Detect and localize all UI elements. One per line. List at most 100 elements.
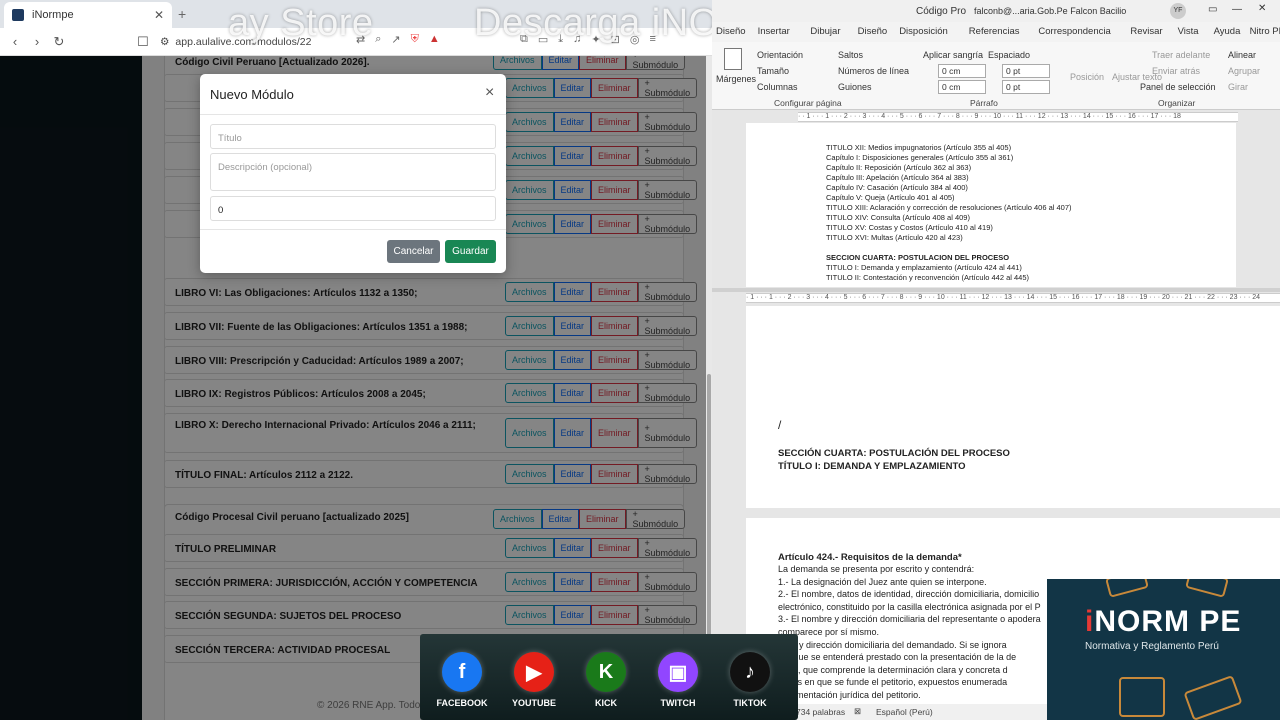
- avatar[interactable]: YF: [1170, 3, 1186, 19]
- ribbon-tab[interactable]: Dibujar: [810, 26, 840, 37]
- ribbon-tab[interactable]: Referencias: [969, 26, 1020, 37]
- document-page[interactable]: / SECCIÓN CUARTA: POSTULACIÓN DEL PROCES…: [746, 306, 1280, 508]
- shield-icon[interactable]: ⛨: [411, 33, 419, 46]
- horizontal-ruler[interactable]: · 1 · · · 1 · · · 2 · · · 3 · · · 4 · · …: [746, 293, 1280, 303]
- doc-line: mento que se entenderá prestado con la p…: [766, 652, 1017, 663]
- enviar-atras-button[interactable]: Enviar atrás: [1152, 66, 1200, 76]
- ribbon-tab[interactable]: Nitro PDF: [1250, 26, 1280, 37]
- divider: [200, 114, 506, 115]
- order-input[interactable]: 0: [210, 196, 496, 221]
- doc-line: TITULO XVI: Multas (Artículo 420 al 423): [826, 233, 963, 242]
- word-count[interactable]: 734 palabras: [796, 707, 845, 717]
- indent-right-input[interactable]: 0 cm: [938, 80, 986, 94]
- ribbon-tab[interactable]: Ayuda: [1214, 26, 1241, 37]
- doc-line: Capítulo II: Reposición (Artículo 362 al…: [826, 163, 972, 172]
- kick-label: KICK: [595, 698, 617, 708]
- browser-tab[interactable]: iNormpe ✕: [4, 2, 172, 28]
- share-icon[interactable]: ↗: [391, 33, 400, 46]
- save-button[interactable]: Guardar: [445, 240, 496, 263]
- text-cursor: /: [778, 418, 782, 432]
- ribbon: Márgenes Orientación Tamaño Columnas Sal…: [712, 42, 1280, 110]
- configurar-pagina-group: Configurar página: [774, 98, 842, 108]
- split-bar[interactable]: [712, 288, 1280, 292]
- ribbon-tab[interactable]: Diseño: [858, 26, 888, 37]
- orientacion-button[interactable]: Orientación: [757, 50, 803, 60]
- traer-adelante-button[interactable]: Traer adelante: [1152, 50, 1210, 60]
- facebook-icon[interactable]: f: [442, 652, 482, 692]
- banner-text-left: ay Store: [228, 2, 374, 44]
- forward-icon[interactable]: ›: [26, 34, 48, 49]
- girar-button[interactable]: Girar: [1228, 82, 1248, 92]
- rewards-icon[interactable]: ▲: [429, 33, 440, 46]
- alinear-button[interactable]: Alinear: [1228, 50, 1256, 60]
- guiones-button[interactable]: Guiones: [838, 82, 872, 92]
- doc-line: petitorio, que comprende la determinació…: [766, 664, 1008, 675]
- tamano-button[interactable]: Tamaño: [757, 66, 789, 76]
- proofing-icon[interactable]: ⊠: [854, 706, 861, 717]
- posicion-button[interactable]: Posición: [1070, 72, 1104, 82]
- new-tab-button[interactable]: +: [178, 6, 186, 22]
- spacing-after-input[interactable]: 0 pt: [1002, 80, 1050, 94]
- margins-icon[interactable]: [724, 48, 742, 70]
- twitch-label: TWITCH: [660, 698, 696, 708]
- doc-line: TITULO XIII: Aclaración y corrección de …: [826, 203, 1072, 212]
- language[interactable]: Español (Perú): [876, 707, 933, 717]
- margenes-button[interactable]: Márgenes: [716, 74, 756, 84]
- youtube-icon[interactable]: ▶: [514, 652, 554, 692]
- doc-line: TITULO XV: Costas y Costos (Artículo 410…: [826, 223, 993, 232]
- close-icon[interactable]: ×: [485, 84, 494, 102]
- horizontal-ruler[interactable]: · · 1 · · · 1 · · · 2 · · · 3 · · · 4 · …: [798, 112, 1238, 122]
- bookmark-icon[interactable]: ☐: [132, 34, 154, 50]
- organizar-group: Organizar: [1158, 98, 1196, 108]
- sangria-label: Aplicar sangría: [923, 50, 984, 60]
- document-title: Código Pro: [916, 6, 967, 17]
- document-page[interactable]: TITULO XII: Medios impugnatorios (Artícu…: [746, 123, 1236, 287]
- doc-line: s hechos en que se funde el petitorio, e…: [766, 677, 1008, 688]
- spacing-before-input[interactable]: 0 pt: [1002, 64, 1050, 78]
- description-textarea[interactable]: Descripción (opcional): [210, 153, 496, 191]
- new-module-dialog: Nuevo Módulo × Título Descripción (opcio…: [200, 74, 506, 273]
- browser-window: iNormpe ✕ + ‹ › ↻ ☐ ⚙ app.aulalive.com/m…: [0, 0, 712, 720]
- facebook-label: FACEBOOK: [436, 698, 488, 708]
- ribbon-tab[interactable]: Disposición: [899, 26, 948, 37]
- scrollbar-thumb[interactable]: [707, 374, 711, 664]
- hand-icon: [1183, 675, 1243, 720]
- doc-line: Capítulo V: Queja (Artículo 401 al 405): [826, 193, 955, 202]
- tab-title: iNormpe: [32, 9, 74, 21]
- minimize-icon[interactable]: ▭: [1208, 4, 1217, 15]
- ribbon-tab[interactable]: Vista: [1178, 26, 1199, 37]
- agrupar-button[interactable]: Agrupar: [1228, 66, 1260, 76]
- ribbon-tab[interactable]: Correspondencia: [1038, 26, 1110, 37]
- tiktok-label: TIKTOK: [733, 698, 767, 708]
- site-info-icon[interactable]: ⚙: [160, 36, 169, 48]
- back-icon[interactable]: ‹: [4, 34, 26, 49]
- cancel-button[interactable]: Cancelar: [387, 240, 440, 263]
- account-name[interactable]: falconb@...aria.Gob.Pe Falcon Bacilio: [974, 6, 1126, 16]
- doc-line: TITULO II: Contestación y reconvención (…: [826, 273, 1030, 282]
- inorm-logo: iNORM PE: [1085, 605, 1242, 638]
- saltos-button[interactable]: Saltos: [838, 50, 863, 60]
- doc-line: nombre y dirección domiciliaria del dema…: [766, 639, 1007, 650]
- youtube-label: YOUTUBE: [511, 698, 556, 708]
- columnas-button[interactable]: Columnas: [757, 82, 798, 92]
- indent-left-input[interactable]: 0 cm: [938, 64, 986, 78]
- doc-line: Capítulo IV: Casación (Artículo 384 al 4…: [826, 183, 968, 192]
- doc-line: 3.- El nombre y dirección domiciliaria d…: [778, 614, 1041, 625]
- window-close-icon[interactable]: ✕: [1258, 3, 1266, 14]
- zoom-icon[interactable]: ⌕: [375, 33, 381, 46]
- tab-close-icon[interactable]: ✕: [154, 8, 164, 22]
- document-icon: [1119, 677, 1165, 717]
- tiktok-icon[interactable]: ♪: [730, 652, 770, 692]
- twitch-icon[interactable]: ▣: [658, 652, 698, 692]
- social-links-bar: f FACEBOOK ▶ YOUTUBE K KICK ▣ TWITCH ♪ TIKTOK: [420, 634, 798, 720]
- reload-icon[interactable]: ↻: [48, 34, 70, 50]
- doc-line: Capítulo I: Disposiciones generales (Art…: [826, 153, 1014, 162]
- title-input[interactable]: Título: [210, 124, 496, 149]
- numeros-linea-button[interactable]: Números de línea: [838, 66, 909, 76]
- panel-seleccion-button[interactable]: Panel de selección: [1140, 82, 1216, 92]
- ribbon-tab[interactable]: Insertar: [758, 26, 790, 37]
- ribbon-tab[interactable]: Revisar: [1130, 26, 1162, 37]
- window-minimize-icon[interactable]: —: [1232, 4, 1242, 15]
- kick-icon[interactable]: K: [586, 652, 626, 692]
- ribbon-tab[interactable]: Diseño: [716, 26, 746, 37]
